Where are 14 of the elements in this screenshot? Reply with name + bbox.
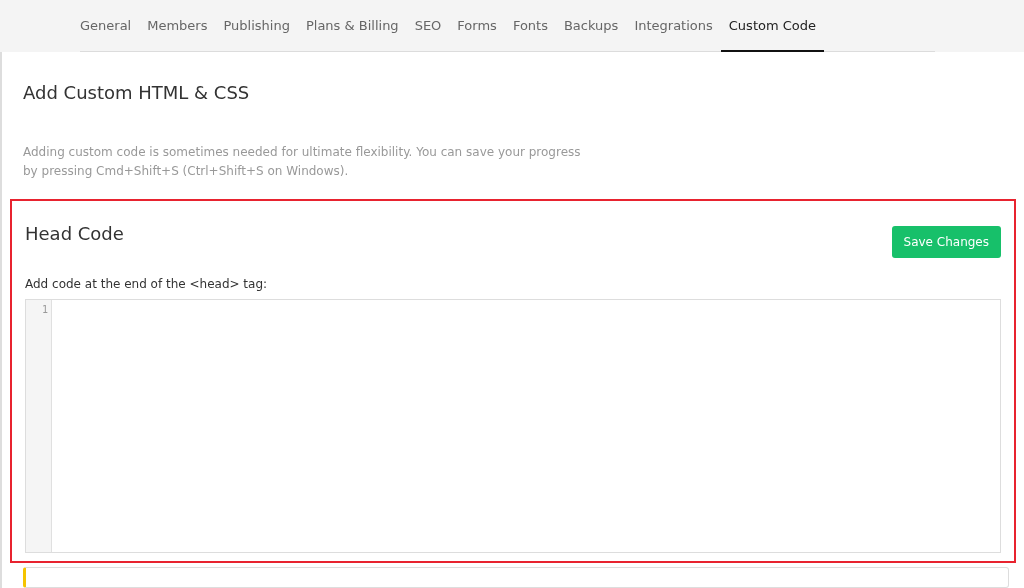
settings-tab[interactable]: SEO xyxy=(406,0,450,52)
section-title: Head Code xyxy=(25,223,124,245)
field-label: Add code at the end of the <head> tag: xyxy=(25,277,269,292)
line-number: 1 xyxy=(40,304,49,316)
page-description: Adding custom code is sometimes needed for ultimate flexibility. You can save your progress by pressing Cmd+Shift+S (Ctrl+Shift+S on Windows). xyxy=(23,144,582,180)
settings-tab[interactable]: Members xyxy=(139,0,216,52)
settings-tab[interactable]: Fonts xyxy=(504,0,556,52)
settings-tab[interactable]: General xyxy=(80,0,140,52)
settings-tab[interactable]: Plans & Billing xyxy=(297,0,407,52)
settings-tab[interactable]: Backups xyxy=(555,0,627,52)
page-title: Add Custom HTML & CSS xyxy=(23,82,251,103)
settings-tab[interactable]: Publishing xyxy=(215,0,298,52)
settings-tab[interactable]: Integrations xyxy=(626,0,721,52)
settings-tab[interactable]: Forms xyxy=(449,0,505,52)
